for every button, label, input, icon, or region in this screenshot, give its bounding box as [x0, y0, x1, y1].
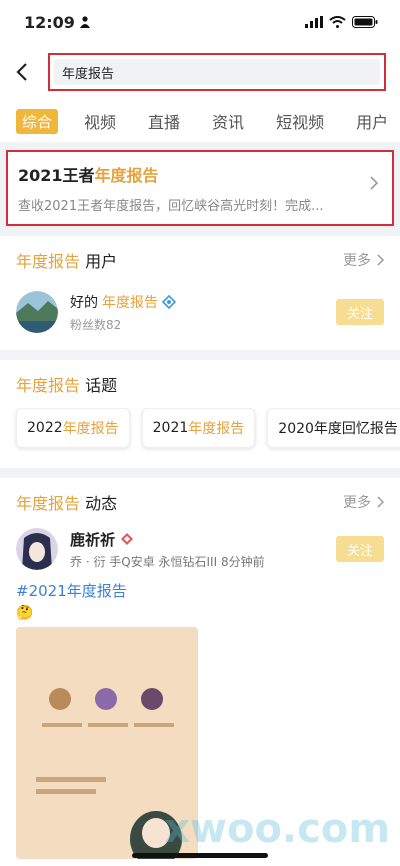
report-title: 2021王者年度报告 [18, 166, 159, 185]
status-bar: 12:09 [0, 0, 400, 44]
topic-chip-2022[interactable]: 2022 年度报告 [16, 408, 130, 448]
wifi-icon [329, 16, 346, 28]
poster-avatar[interactable] [16, 528, 58, 570]
topics-section-title: 年度报告 话题 [16, 376, 118, 395]
posts-section-title: 年度报告 动态 [16, 494, 118, 513]
tab-all[interactable]: 综合 [16, 108, 59, 134]
tab-bar: 综合 视频 直播 资讯 短视频 用户 [0, 100, 400, 142]
post-hashtag[interactable]: #2021年度报告 [0, 570, 400, 601]
watermark: xwoo.com [164, 806, 390, 852]
chevron-right-icon [377, 254, 384, 266]
report-description: 查收2021王者年度报告，回忆峡谷高光时刻！完成... [18, 199, 324, 214]
posts-more-link[interactable]: 更多 [343, 492, 384, 512]
topic-chip-2020[interactable]: 2020年度回忆报告 [267, 408, 400, 448]
post-header: 鹿祈祈 乔 · 衍 手Q安卓 永恒钻石III 8分钟前 关注 [0, 526, 400, 570]
tab-live[interactable]: 直播 [148, 109, 180, 133]
user-fans-count: 粉丝数82 [70, 317, 122, 332]
poster-name[interactable]: 鹿祈祈 [70, 529, 336, 550]
users-section: 年度报告 用户 更多 好的 年度报告 粉丝数82 关注 [0, 236, 400, 350]
status-time: 12:09 [24, 12, 75, 32]
tab-news[interactable]: 资讯 [212, 109, 244, 133]
verified-icon [162, 294, 176, 309]
user-name: 好的 年度报告 [70, 292, 336, 312]
back-arrow-icon [16, 63, 27, 81]
search-input[interactable]: 年度报告 [54, 59, 380, 85]
tab-users[interactable]: 用户 [356, 109, 388, 133]
annual-report-card[interactable]: 2021王者年度报告 查收2021王者年度报告，回忆峡谷高光时刻！完成... [6, 150, 394, 226]
topic-chip-2021[interactable]: 2021 年度报告 [141, 408, 256, 448]
header: 12:09 年度报告 综合 视频 直播 资讯 短视频 用户 [0, 0, 400, 142]
users-more-link[interactable]: 更多 [343, 250, 384, 270]
tab-short-video[interactable]: 短视频 [276, 109, 324, 133]
user-result[interactable]: 好的 年度报告 粉丝数82 关注 [0, 284, 400, 350]
home-indicator [132, 853, 268, 858]
poster-meta: 乔 · 衍 手Q安卓 永恒钻石III 8分钟前 [70, 554, 265, 569]
users-section-title: 年度报告 用户 [16, 252, 118, 271]
topics-section: 年度报告 话题 2022 年度报告 2021 年度报告 2020年度回忆报告 [0, 360, 400, 468]
rank-badge-icon [121, 533, 134, 545]
back-button[interactable] [16, 57, 36, 87]
search-box[interactable]: 年度报告 [48, 53, 386, 91]
chevron-right-icon [377, 496, 384, 508]
follow-button[interactable]: 关注 [336, 299, 384, 325]
chevron-right-icon [370, 176, 378, 190]
person-icon [79, 16, 90, 28]
tab-video[interactable]: 视频 [84, 109, 116, 133]
battery-icon [352, 16, 378, 28]
post-emoji: 🤔 [16, 605, 34, 621]
follow-button[interactable]: 关注 [336, 536, 384, 562]
user-avatar [16, 291, 58, 333]
signal-icon [305, 16, 323, 28]
search-row: 年度报告 [0, 44, 400, 100]
